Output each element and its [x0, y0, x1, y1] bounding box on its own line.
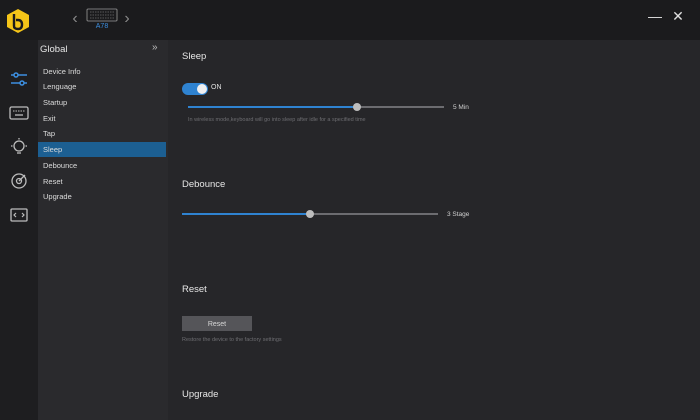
debounce-slider[interactable]	[182, 210, 438, 218]
sleep-time-value: 5 Min	[453, 104, 469, 111]
debounce-value: 3 Stage	[447, 211, 470, 218]
menu-item-exit[interactable]: Exit	[38, 111, 166, 126]
toggle-knob	[197, 84, 207, 94]
menu-item-language[interactable]: Lenguage	[38, 79, 166, 94]
menu-item-debounce[interactable]: Debounce	[38, 158, 166, 173]
lighting-icon[interactable]	[8, 136, 30, 158]
reset-section-title: Reset	[182, 284, 207, 295]
debounce-section-title: Debounce	[182, 179, 226, 190]
submenu-title: Global	[40, 44, 68, 55]
slider-thumb[interactable]	[306, 210, 314, 218]
title-bar: ‹ A78 › — ✕	[0, 0, 700, 40]
settings-content: Sleep ON 5 Min In wireless mode,keyboard…	[168, 40, 700, 420]
sleep-hint: In wireless mode,keyboard will go into s…	[188, 117, 366, 123]
macro-target-icon[interactable]	[8, 170, 30, 192]
menu-item-device-info[interactable]: Device Info	[38, 64, 166, 79]
brand-logo-icon	[7, 9, 29, 33]
reset-button[interactable]: Reset	[182, 316, 252, 331]
sleep-toggle[interactable]	[182, 83, 208, 95]
sleep-toggle-label: ON	[211, 84, 222, 91]
forward-arrow-icon[interactable]: ›	[119, 11, 135, 27]
minimize-button[interactable]: —	[647, 8, 663, 24]
menu-item-sleep[interactable]: Sleep	[38, 142, 166, 157]
menu-item-reset[interactable]: Reset	[38, 174, 166, 189]
back-arrow-icon[interactable]: ‹	[67, 11, 83, 27]
menu-item-upgrade[interactable]: Upgrade	[38, 189, 166, 204]
icon-sidebar	[0, 40, 38, 420]
menu-item-startup[interactable]: Startup	[38, 95, 166, 110]
menu-item-tap[interactable]: Tap	[38, 126, 166, 141]
slider-fill	[182, 213, 310, 215]
settings-submenu: Global » Device Info Lenguage Startup Ex…	[38, 40, 168, 420]
reset-hint: Restore the device to the factory settin…	[182, 337, 282, 343]
device-name: A78	[95, 23, 109, 30]
keyboard-icon[interactable]	[8, 102, 30, 124]
slider-fill	[188, 106, 357, 108]
sleep-time-slider[interactable]	[188, 103, 444, 111]
upgrade-section-title: Upgrade	[182, 389, 219, 400]
code-icon[interactable]	[8, 204, 30, 226]
sleep-section-title: Sleep	[182, 51, 207, 62]
slider-thumb[interactable]	[352, 103, 361, 111]
close-button[interactable]: ✕	[670, 8, 686, 24]
collapse-double-chevron-icon[interactable]: »	[152, 42, 158, 53]
settings-sliders-icon[interactable]	[8, 68, 30, 90]
